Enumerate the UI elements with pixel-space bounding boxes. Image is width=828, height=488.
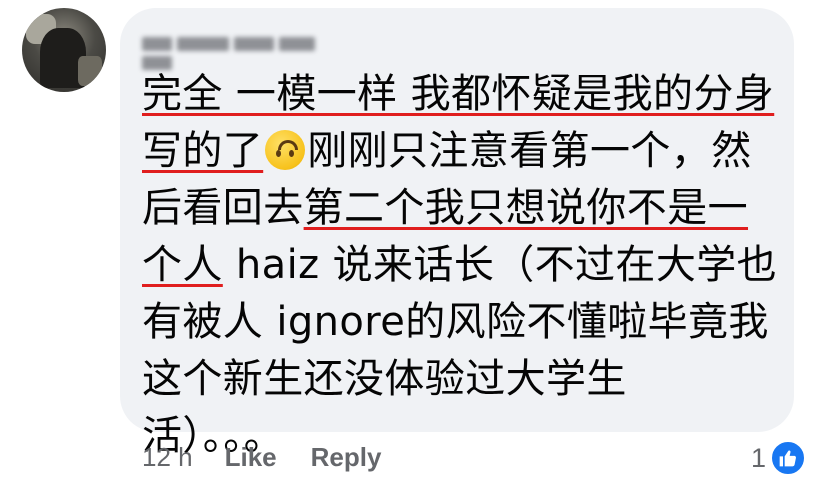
comment-line: 完全 一模一样 我都怀疑是我的分身 <box>142 66 782 123</box>
comment-line: 有被人 ignore的风险不懂啦毕竟我 <box>142 294 782 351</box>
thumbs-up-icon <box>770 440 806 476</box>
comment-text-segment: 有被人 ignore的风险不懂啦毕竟我 <box>142 299 769 345</box>
comment-text: 完全 一模一样 我都怀疑是我的分身 写的了 刚刚只注意看第一个，然 后看回去第二个我只… <box>142 66 782 465</box>
commenter-avatar[interactable] <box>22 8 106 92</box>
underlined-text: 写的了 <box>142 128 264 174</box>
reply-button[interactable]: Reply <box>311 442 382 473</box>
comment-text-segment: 刚刚只注意看第一个，然 <box>307 128 752 174</box>
like-button[interactable]: Like <box>225 442 277 473</box>
avatar-bg-shape-2 <box>78 56 102 86</box>
comment-text-segment: 这个新生还没体验过大学生 <box>142 356 627 402</box>
comment-line: 个人 haiz 说来话长（不过在大学也 <box>142 237 782 294</box>
underlined-text: 第二个我只想说你不是一 <box>303 185 749 231</box>
reaction-summary[interactable]: 1 <box>751 440 806 476</box>
comment-timestamp[interactable]: 12 h <box>142 442 193 473</box>
commenter-name-blurred[interactable] <box>142 34 342 70</box>
reaction-count: 1 <box>750 442 766 473</box>
underlined-text: 个人 <box>142 242 223 288</box>
comment-text-segment: 后看回去 <box>142 185 304 231</box>
underlined-text: 完全 一模一样 我都怀疑是我的分身 <box>142 71 775 117</box>
comment-text-segment: haiz 说来话长（不过在大学也 <box>222 242 778 288</box>
comment-line: 写的了 刚刚只注意看第一个，然 <box>142 123 782 180</box>
comment-actions: 12 h Like Reply <box>142 442 415 473</box>
comment-line: 这个新生还没体验过大学生 <box>142 351 782 408</box>
comment-line: 后看回去第二个我只想说你不是一 <box>142 180 782 237</box>
upside-down-face-emoji-icon <box>265 130 306 170</box>
